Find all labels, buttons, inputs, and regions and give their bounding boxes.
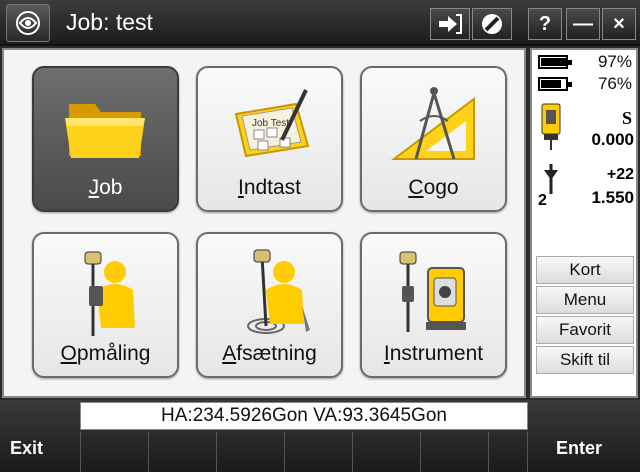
window-title: Job: test — [66, 9, 153, 35]
angle-status-line: HA:234.5926Gon VA:93.3645Gon — [80, 402, 528, 430]
target-height: 1.550 — [591, 188, 634, 207]
target-prism-icon — [544, 164, 558, 194]
softkey-5[interactable] — [352, 432, 420, 472]
battery-2-percent: 76% — [597, 74, 632, 93]
minimize-button[interactable]: — — [566, 8, 600, 40]
help-button[interactable]: ? — [528, 8, 562, 40]
instrument-icon — [541, 103, 561, 150]
tile-label: Cogo — [408, 176, 459, 199]
keypad-entry-icon: Job Test — [198, 78, 341, 174]
battery-icon — [538, 55, 572, 69]
softkey-6[interactable] — [420, 432, 488, 472]
target-offset: +22 — [606, 166, 634, 183]
tile-opmaling[interactable]: Opmåling — [32, 232, 179, 378]
total-station-icon — [362, 244, 505, 340]
tile-label: Job — [88, 176, 123, 199]
softkey-7[interactable] — [488, 432, 528, 472]
instrument-value: 0.000 — [591, 130, 634, 149]
instrument-status[interactable]: S 0.000 — [538, 102, 636, 156]
tile-label: Indtast — [237, 176, 302, 199]
softkey-2[interactable] — [148, 432, 216, 472]
surveyor-stakeout-icon — [198, 244, 341, 340]
status-side-panel: 97% 76% S 0.000 2 +22 1.550 Kort Menu Fa… — [530, 48, 638, 398]
close-button[interactable]: × — [602, 8, 636, 40]
title-bar: Job: test ? — × — [0, 0, 640, 46]
menu-button[interactable]: Menu — [536, 286, 634, 314]
tile-afsaetning[interactable]: Afsætning — [196, 232, 343, 378]
kort-button[interactable]: Kort — [536, 256, 634, 284]
tile-indtast[interactable]: Job Test Indtast — [196, 66, 343, 212]
app-menu-button[interactable] — [6, 4, 50, 42]
tile-label: Afsætning — [222, 342, 317, 365]
tile-label: Opmåling — [60, 342, 151, 365]
prohibited-icon — [482, 14, 502, 34]
battery-icon — [538, 77, 572, 91]
tile-label: Instrument — [383, 342, 484, 365]
target-number: 2 — [538, 192, 547, 209]
svg-text:Job Test: Job Test — [252, 118, 289, 129]
battery-row-2[interactable]: 76% — [538, 74, 638, 94]
surveyor-measure-icon — [34, 244, 177, 340]
target-status[interactable]: 2 +22 1.550 — [538, 164, 636, 218]
tile-instrument[interactable]: Instrument — [360, 232, 507, 378]
instrument-mode: S — [621, 108, 632, 128]
battery-row-1[interactable]: 97% — [538, 52, 638, 72]
tile-job[interactable]: Job — [32, 66, 179, 212]
main-menu-panel: Job Job Test Indtast Cogo Opmåling Afsæt… — [2, 48, 526, 398]
tile-cogo[interactable]: Cogo — [360, 66, 507, 212]
battery-1-percent: 97% — [597, 52, 632, 71]
skift-til-button[interactable]: Skift til — [536, 346, 634, 374]
login-button[interactable] — [430, 8, 470, 40]
trimble-logo-icon — [16, 11, 40, 35]
exit-button[interactable]: Exit — [10, 438, 43, 459]
softkey-3[interactable] — [216, 432, 284, 472]
no-entry-button[interactable] — [472, 8, 512, 40]
favorit-button[interactable]: Favorit — [536, 316, 634, 344]
compass-triangle-icon — [362, 78, 505, 174]
softkey-4[interactable] — [284, 432, 352, 472]
login-arrow-icon — [439, 14, 462, 34]
folder-icon — [34, 78, 177, 174]
softkey-1[interactable] — [80, 432, 148, 472]
enter-button[interactable]: Enter — [556, 438, 602, 459]
